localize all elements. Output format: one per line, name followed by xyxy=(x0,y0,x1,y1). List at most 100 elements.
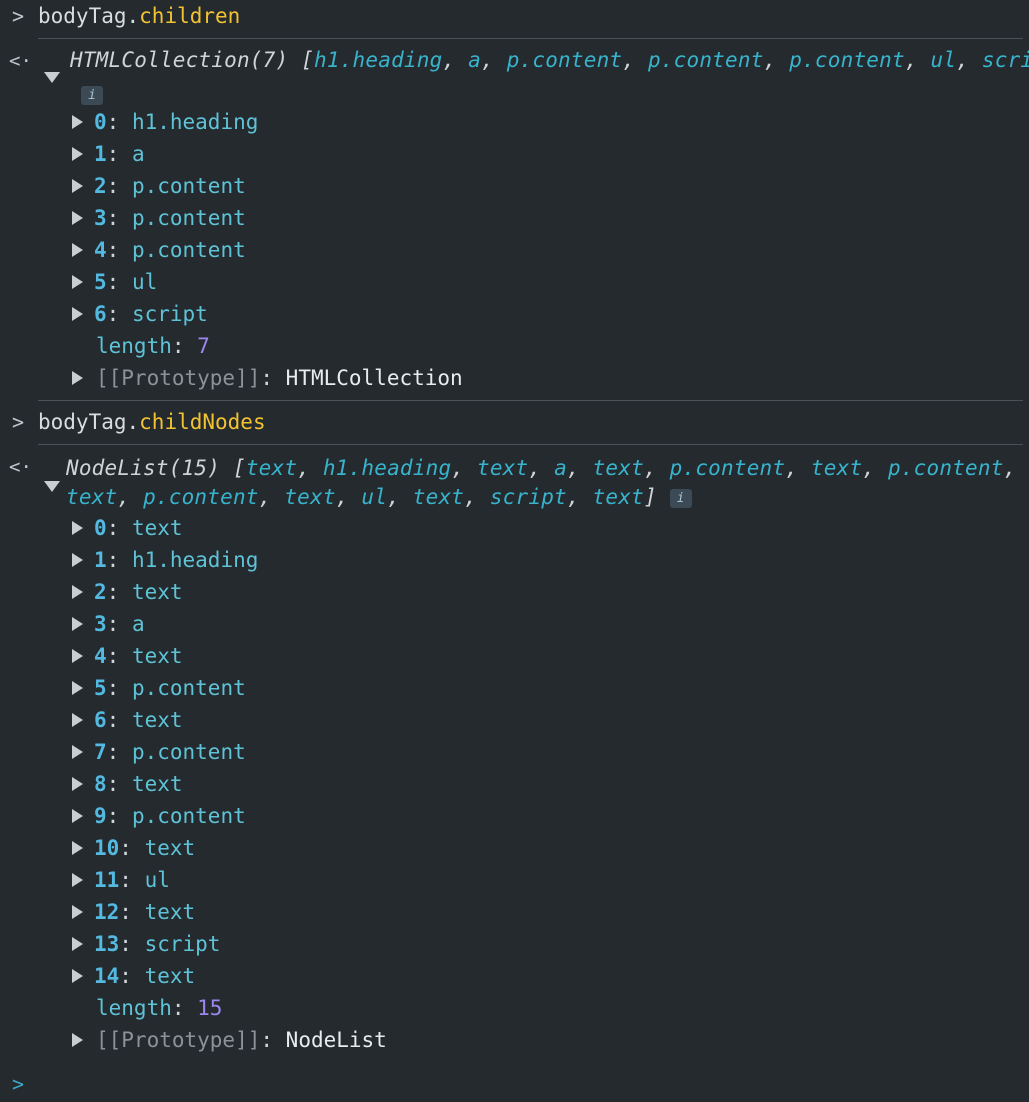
entry-row[interactable]: 7: p.content xyxy=(94,738,246,766)
prompt-chevron-icon: > xyxy=(12,4,25,28)
entry-row[interactable]: 2: p.content xyxy=(94,172,246,200)
expand-icon[interactable] xyxy=(72,969,83,983)
entry-index: 12 xyxy=(94,900,120,924)
expand-icon[interactable] xyxy=(72,937,83,951)
entry-row[interactable]: 0: text xyxy=(94,514,183,542)
expand-icon[interactable] xyxy=(72,521,83,535)
info-badge[interactable]: i xyxy=(669,488,692,508)
entry-value: a xyxy=(131,612,145,636)
summary-item: text xyxy=(592,485,644,509)
entry-row[interactable]: 2: text xyxy=(94,578,183,606)
entry-row[interactable]: 9: p.content xyxy=(94,802,246,830)
entry-value: script xyxy=(131,302,208,326)
entry-index: 5 xyxy=(94,676,107,700)
entry-value: p.content xyxy=(131,804,246,828)
entry-index: 1 xyxy=(94,142,107,166)
summary-item: text xyxy=(477,456,529,480)
entry-row[interactable]: 8: text xyxy=(94,770,183,798)
entry-row[interactable]: 6: script xyxy=(94,300,208,328)
entry-row[interactable]: 1: h1.heading xyxy=(94,546,258,574)
length-value: 7 xyxy=(197,334,210,358)
expand-icon[interactable] xyxy=(72,243,83,257)
console-input-line[interactable]: bodyTag.childNodes xyxy=(38,410,266,434)
summary-item: script xyxy=(489,485,567,509)
prototype-row[interactable]: [[Prototype]]: HTMLCollection xyxy=(96,364,463,392)
entry-row[interactable]: 5: ul xyxy=(94,268,157,296)
prototype-value: HTMLCollection xyxy=(285,366,463,390)
entry-row[interactable]: 4: p.content xyxy=(94,236,246,264)
entry-row[interactable]: 12: text xyxy=(94,898,195,926)
expand-icon[interactable] xyxy=(72,585,83,599)
prototype-key: [[Prototype]] xyxy=(96,366,261,390)
entry-row[interactable]: 5: p.content xyxy=(94,674,246,702)
entry-row[interactable]: 6: text xyxy=(94,706,183,734)
summary-item: text xyxy=(810,456,863,480)
summary-item: text xyxy=(592,456,644,480)
command-property: children xyxy=(139,4,241,28)
length-key: length xyxy=(96,334,172,358)
entry-index: 6 xyxy=(94,708,107,732)
entry-index: 2 xyxy=(94,174,107,198)
expand-icon[interactable] xyxy=(72,649,83,663)
entry-index: 13 xyxy=(94,932,120,956)
result-summary[interactable]: HTMLCollection(7) [h1.heading, a, p.cont… xyxy=(70,48,1029,72)
expand-icon[interactable] xyxy=(72,371,83,385)
expand-icon[interactable] xyxy=(72,147,83,161)
result-summary[interactable]: NodeList(15) [text, h1.heading, text, a,… xyxy=(66,454,1026,512)
separator xyxy=(38,444,1023,445)
prompt-chevron-icon: > xyxy=(12,410,25,434)
expand-icon[interactable] xyxy=(72,1033,83,1047)
entry-row[interactable]: 14: text xyxy=(94,962,195,990)
info-badge[interactable]: i xyxy=(81,85,103,105)
entry-row[interactable]: 13: script xyxy=(94,930,220,958)
result-arrow-icon: <· xyxy=(9,456,32,478)
entry-row[interactable]: 3: p.content xyxy=(94,204,246,232)
command-object: bodyTag. xyxy=(38,4,140,28)
expand-icon[interactable] xyxy=(72,745,83,759)
prototype-row[interactable]: [[Prototype]]: NodeList xyxy=(96,1026,387,1054)
summary-item: a xyxy=(468,48,481,72)
expand-icon[interactable] xyxy=(72,713,83,727)
expand-icon[interactable] xyxy=(72,617,83,631)
entry-row[interactable]: 0: h1.heading xyxy=(94,108,258,136)
entry-row[interactable]: 11: ul xyxy=(94,866,170,894)
entry-value: text xyxy=(144,836,196,860)
entry-value: text xyxy=(131,580,183,604)
entry-index: 0 xyxy=(94,516,107,540)
expand-icon[interactable] xyxy=(72,553,83,567)
entry-row[interactable]: 4: text xyxy=(94,642,183,670)
summary-item: p.content xyxy=(143,485,259,509)
expand-icon[interactable] xyxy=(72,179,83,193)
expand-icon[interactable] xyxy=(72,809,83,823)
expand-icon[interactable] xyxy=(72,275,83,289)
collapse-icon[interactable] xyxy=(44,481,60,492)
expand-icon[interactable] xyxy=(72,307,83,321)
length-value: 15 xyxy=(197,996,223,1020)
entry-row[interactable]: 3: a xyxy=(94,610,145,638)
expand-icon[interactable] xyxy=(72,681,83,695)
console-input-line[interactable]: bodyTag.children xyxy=(38,4,240,28)
expand-icon[interactable] xyxy=(72,841,83,855)
summary-item: p.content xyxy=(506,48,623,72)
entry-index: 5 xyxy=(94,270,107,294)
entry-row[interactable]: 10: text xyxy=(94,834,195,862)
entry-index: 7 xyxy=(94,740,107,764)
expand-icon[interactable] xyxy=(72,873,83,887)
prototype-value: NodeList xyxy=(285,1028,387,1052)
entry-index: 3 xyxy=(94,612,107,636)
entry-value: ul xyxy=(144,868,170,892)
entry-index: 6 xyxy=(94,302,107,326)
summary-item: script xyxy=(981,48,1029,72)
expand-icon[interactable] xyxy=(72,905,83,919)
command-property: childNodes xyxy=(139,410,266,434)
expand-icon[interactable] xyxy=(72,211,83,225)
entry-index: 2 xyxy=(94,580,107,604)
input-prompt-chevron-icon[interactable]: > xyxy=(12,1072,26,1096)
entry-row[interactable]: 1: a xyxy=(94,140,145,168)
expand-icon[interactable] xyxy=(72,115,83,129)
collapse-icon[interactable] xyxy=(44,72,60,83)
expand-icon[interactable] xyxy=(72,777,83,791)
summary-item: text xyxy=(284,485,336,509)
info-badge-wrap: i xyxy=(81,82,103,106)
entry-index: 4 xyxy=(94,644,107,668)
